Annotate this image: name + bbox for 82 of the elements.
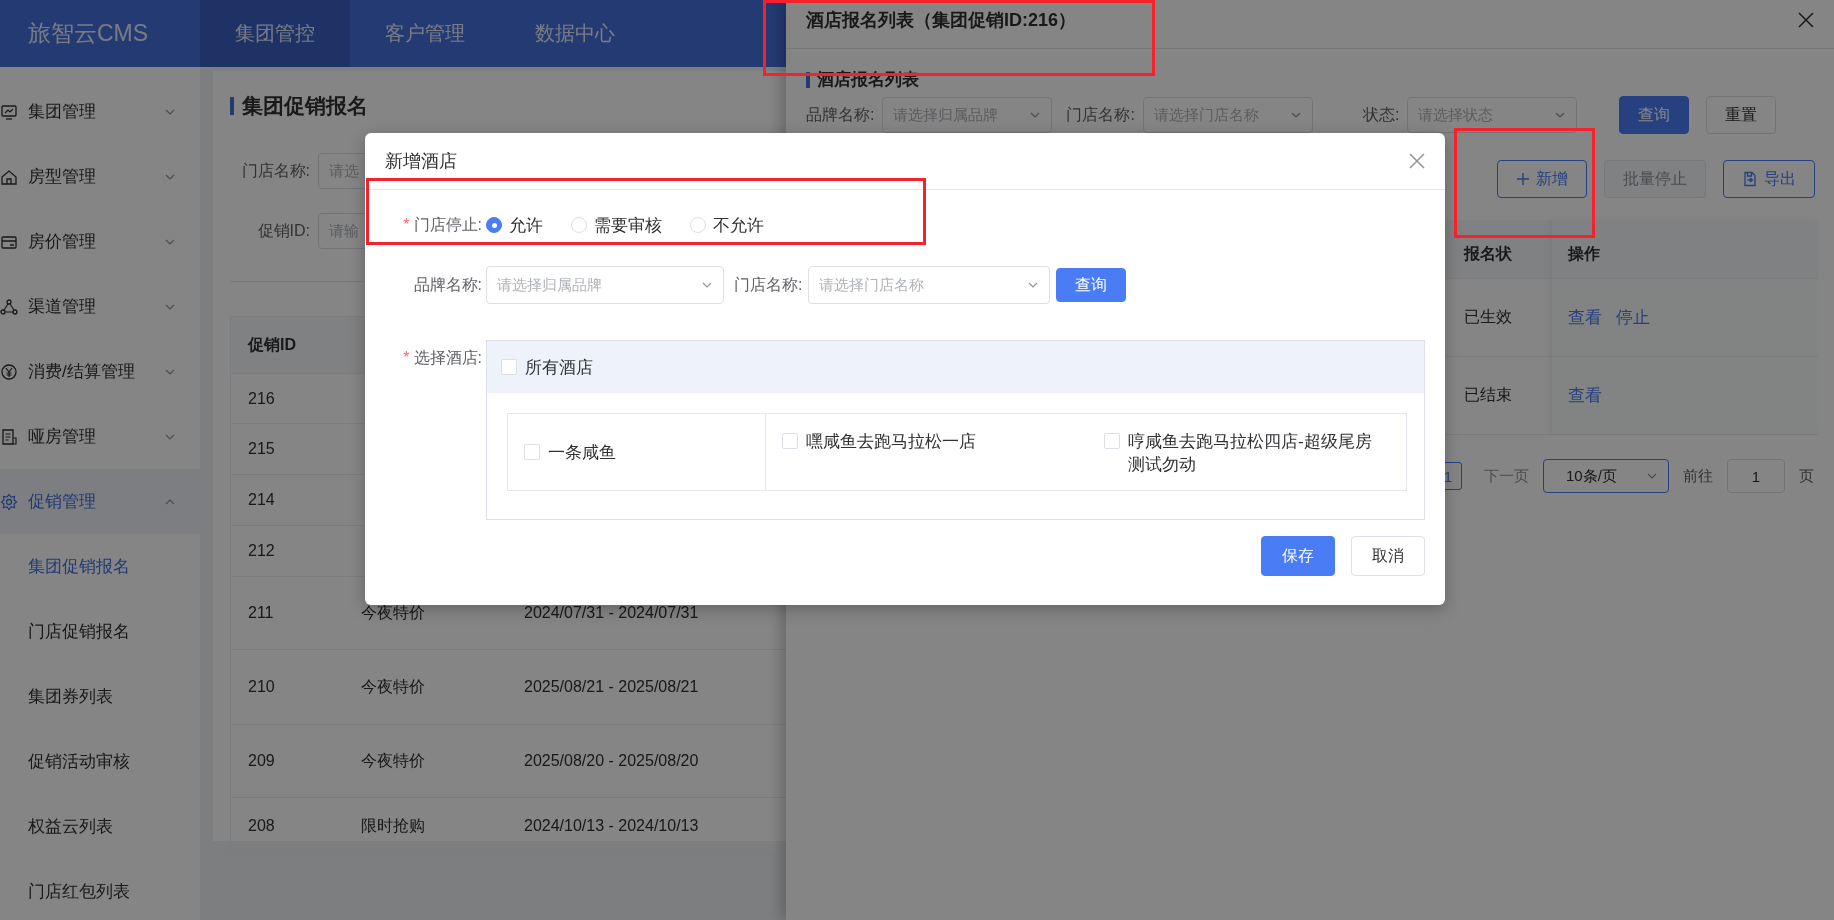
radio-option[interactable]: 需要审核: [571, 213, 662, 237]
table-cell-text: 210: [247, 678, 276, 696]
table-cell-text: 212: [247, 542, 276, 560]
sidebar-item[interactable]: 集团管理: [0, 79, 200, 144]
field-label: 门店名称:: [734, 274, 803, 295]
table-cell-text: 215: [247, 440, 276, 458]
query-button[interactable]: 查询: [1619, 96, 1690, 134]
cancel-button[interactable]: 取消: [1351, 536, 1425, 576]
page-title: 集团促销报名: [242, 93, 368, 119]
checkbox[interactable]: 一条咸鱼: [524, 440, 616, 464]
nav-tab[interactable]: 客户管理: [350, 0, 500, 67]
table-cell-text: 209: [247, 752, 276, 770]
radio-option[interactable]: 允许: [486, 213, 543, 237]
action-link[interactable]: 查看: [1568, 384, 1602, 407]
table-cell-text: 2025/08/21 - 2025/08/21: [524, 678, 700, 696]
required-mark: *: [403, 349, 410, 366]
column-header: 操作: [1568, 243, 1600, 264]
checkbox[interactable]: 哼咸鱼去跑马拉松四店-超级尾房测试勿动: [1104, 430, 1378, 476]
field-label: 门店名称:: [1066, 104, 1135, 125]
drawer-title: 酒店报名列表（集团促销ID:216）: [806, 9, 1077, 32]
column-header: 报名状: [1464, 220, 1552, 278]
sidebar-item[interactable]: 渠道管理: [0, 274, 200, 339]
document-icon: [0, 427, 18, 446]
sidebar-item[interactable]: 哑房管理: [0, 404, 200, 469]
add-button[interactable]: 新增: [1497, 160, 1587, 198]
column-header: 促销ID: [246, 334, 297, 355]
table-cell-text: 214: [247, 491, 276, 509]
table-cell-text: 2024/10/13 - 2024/10/13: [524, 817, 700, 835]
plus-icon: [1516, 172, 1530, 186]
checkbox[interactable]: 嘿咸鱼去跑马拉松一店: [782, 430, 976, 453]
close-icon[interactable]: [1409, 153, 1425, 169]
status-text: 已生效: [1464, 307, 1512, 327]
field-label: 选择酒店:: [413, 349, 482, 366]
close-icon[interactable]: [1798, 12, 1814, 28]
page-input[interactable]: 1: [1727, 459, 1785, 493]
action-link[interactable]: 停止: [1616, 306, 1650, 329]
sidebar-subitem[interactable]: 权益云列表: [0, 794, 200, 859]
yen-icon: [0, 362, 18, 381]
nav-tab[interactable]: 数据中心: [500, 0, 650, 67]
page-suffix: 页: [1799, 466, 1814, 486]
sidebar-subitem[interactable]: 促销活动审核: [0, 729, 200, 794]
required-mark: *: [403, 215, 410, 233]
sidebar-subitem[interactable]: 门店红包列表: [0, 859, 200, 920]
table-cell-text: 208: [247, 817, 276, 835]
sidebar-item[interactable]: 房价管理: [0, 209, 200, 274]
sidebar-item[interactable]: 消费/结算管理: [0, 339, 200, 404]
status-text: 已结束: [1464, 385, 1512, 405]
field-label: 促销ID:: [256, 220, 310, 241]
table-cell-text: 限时抢购: [361, 815, 426, 836]
network-icon: [0, 297, 18, 316]
query-button[interactable]: 查询: [1056, 268, 1127, 302]
field-label: 门店名称:: [240, 160, 310, 181]
export-button[interactable]: 导出: [1723, 160, 1815, 198]
sidebar-subitem[interactable]: 门店促销报名: [0, 599, 200, 664]
field-label: 品牌名称:: [806, 104, 875, 125]
table-cell-text: 216: [247, 389, 276, 408]
table-cell-text: 2024/07/31 - 2024/07/31: [524, 604, 700, 622]
nav-tab[interactable]: 集团管控: [200, 0, 350, 67]
export-icon: [1742, 171, 1758, 187]
table-cell-text: 211: [247, 604, 275, 622]
sidebar-item[interactable]: 促销管理: [0, 469, 200, 534]
monitor-icon: [0, 102, 18, 121]
field-label: 品牌名称:: [412, 274, 482, 295]
dialog-title: 新增酒店: [385, 150, 457, 173]
goto-label: 前往: [1683, 466, 1713, 486]
save-button[interactable]: 保存: [1261, 536, 1335, 576]
action-link[interactable]: 查看: [1568, 306, 1602, 329]
app-logo: 旅智云CMS: [27, 19, 150, 48]
table-cell-text: 今夜特价: [361, 676, 426, 697]
field-label: 状态:: [1362, 104, 1400, 125]
table-cell-text: 今夜特价: [361, 602, 426, 623]
field-label: 门店停止:: [413, 215, 482, 233]
page-size-select[interactable]: 10条/页: [1543, 459, 1669, 493]
radio-option[interactable]: 不允许: [690, 213, 764, 237]
table-cell-text: 2025/08/20 - 2025/08/20: [524, 752, 700, 770]
checkbox[interactable]: 所有酒店: [501, 355, 593, 379]
gear-icon: [0, 492, 18, 511]
sidebar-subitem[interactable]: 集团券列表: [0, 664, 200, 729]
sidebar-subitem[interactable]: 集团促销报名: [0, 534, 200, 599]
table-cell-text: 今夜特价: [361, 750, 426, 771]
sidebar-item[interactable]: 房型管理: [0, 144, 200, 209]
reset-button[interactable]: 重置: [1706, 96, 1777, 134]
